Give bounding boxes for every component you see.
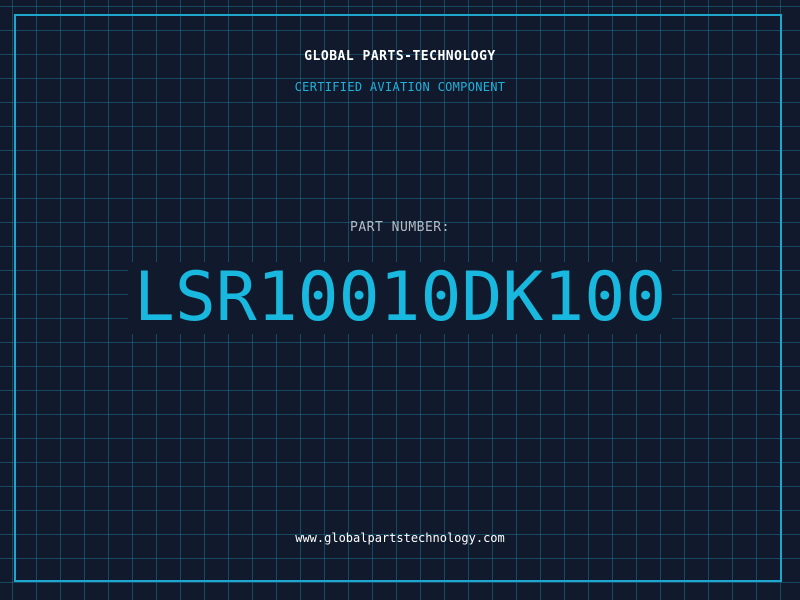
website-url: www.globalpartstechnology.com xyxy=(295,531,505,545)
part-number-container: LSR10010DK100 xyxy=(0,262,800,334)
certification-subtitle: CERTIFIED AVIATION COMPONENT xyxy=(294,80,506,94)
company-name: GLOBAL PARTS-TECHNOLOGY xyxy=(304,49,496,64)
label-card: GLOBAL PARTS-TECHNOLOGY CERTIFIED AVIATI… xyxy=(0,0,800,600)
part-number-label: PART NUMBER: xyxy=(350,220,450,235)
part-number-value: LSR10010DK100 xyxy=(127,262,673,334)
